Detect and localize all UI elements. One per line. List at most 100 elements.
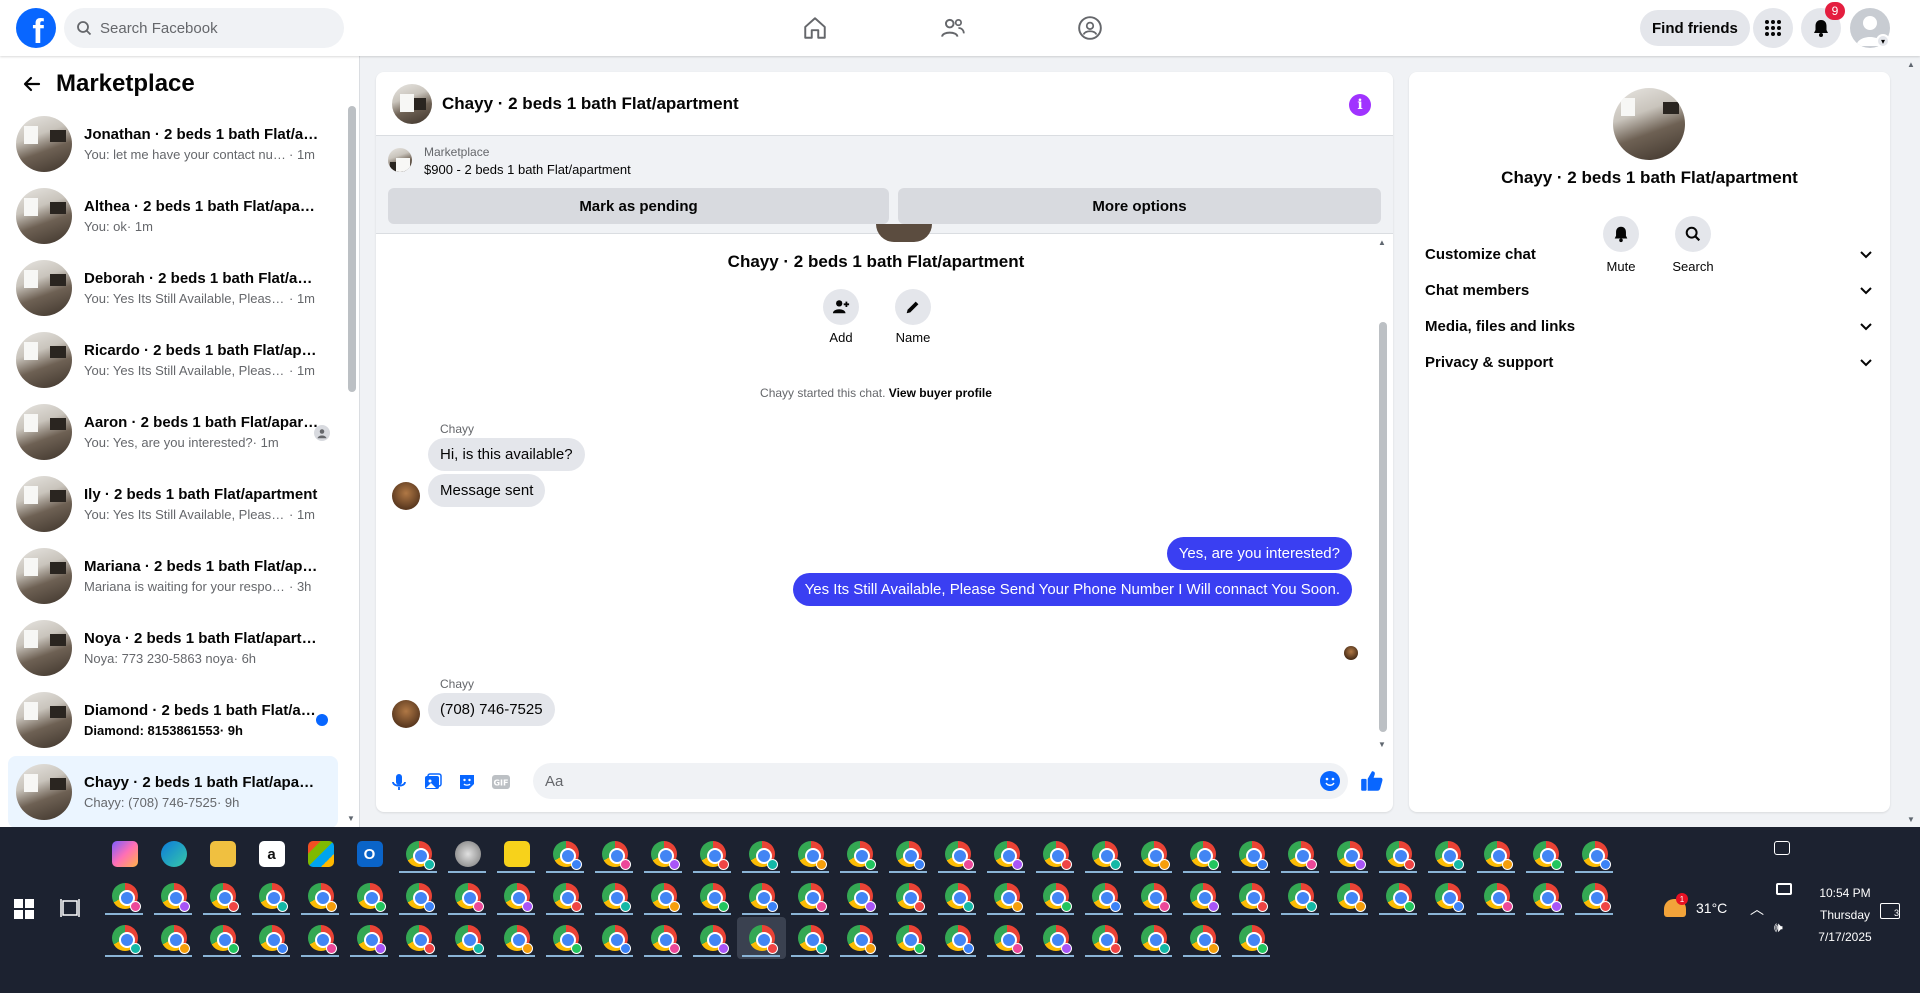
conversation-item[interactable]: Althea · 2 beds 1 bath Flat/apartment You… <box>8 180 338 252</box>
chrome-icon[interactable] <box>394 917 443 959</box>
search-input[interactable] <box>100 19 320 37</box>
volume-icon[interactable]: 🕪 <box>1774 919 1783 936</box>
chrome-icon[interactable] <box>786 833 835 875</box>
chrome-icon[interactable] <box>149 917 198 959</box>
scroll-up-arrow[interactable]: ▲ <box>1378 238 1386 247</box>
chrome-icon[interactable] <box>541 917 590 959</box>
sidebar-scrollbar[interactable] <box>348 106 356 392</box>
name-chat-button[interactable]: Name <box>883 289 943 345</box>
edge-icon[interactable] <box>149 833 198 875</box>
info-icon[interactable]: i <box>1349 94 1371 116</box>
chrome-icon[interactable] <box>1031 917 1080 959</box>
listing-price-title[interactable]: $900 - 2 beds 1 bath Flat/apartment <box>424 162 631 177</box>
chrome-icon[interactable] <box>590 833 639 875</box>
chrome-icon[interactable] <box>933 833 982 875</box>
outgoing-message[interactable]: Yes Its Still Available, Please Send You… <box>792 573 1352 606</box>
conversation-item[interactable]: Diamond · 2 beds 1 bath Flat/apartment Di… <box>8 684 338 756</box>
chrome-icon[interactable] <box>247 917 296 959</box>
chrome-icon[interactable] <box>1374 875 1423 917</box>
chrome-icon[interactable] <box>835 875 884 917</box>
chrome-icon[interactable] <box>1178 833 1227 875</box>
conversation-item[interactable]: Chayy · 2 beds 1 bath Flat/apartment Chay… <box>8 756 338 828</box>
details-section-row[interactable]: Privacy & support <box>1425 344 1874 380</box>
chrome-icon[interactable] <box>1374 833 1423 875</box>
chrome-icon[interactable] <box>884 917 933 959</box>
outlook-icon[interactable]: O <box>345 833 394 875</box>
chrome-icon[interactable] <box>737 875 786 917</box>
facebook-logo[interactable]: f <box>16 8 56 48</box>
chrome-icon[interactable] <box>1129 833 1178 875</box>
chrome-icon[interactable] <box>1472 833 1521 875</box>
chrome-icon[interactable] <box>688 917 737 959</box>
chrome-icon[interactable] <box>492 917 541 959</box>
file-explorer-icon[interactable] <box>198 833 247 875</box>
chrome-icon[interactable] <box>149 875 198 917</box>
details-section-row[interactable]: Chat members <box>1425 272 1874 308</box>
chrome-icon[interactable] <box>492 875 541 917</box>
details-section-row[interactable]: Media, files and links <box>1425 308 1874 344</box>
app-icon[interactable] <box>443 833 492 875</box>
chrome-icon[interactable] <box>639 875 688 917</box>
microsoft-store-icon[interactable] <box>296 833 345 875</box>
home-nav-button[interactable] <box>797 10 833 46</box>
sender-avatar[interactable] <box>392 700 420 728</box>
chevron-down-icon[interactable]: ▾ <box>1876 34 1890 48</box>
add-member-button[interactable]: Add <box>811 289 871 345</box>
incoming-message[interactable]: Hi, is this available? <box>428 438 585 471</box>
scroll-up-arrow[interactable]: ▲ <box>1907 60 1915 69</box>
chrome-icon[interactable] <box>1325 875 1374 917</box>
chrome-icon[interactable] <box>1227 917 1276 959</box>
photo-icon[interactable] <box>422 771 444 793</box>
chrome-icon[interactable] <box>982 917 1031 959</box>
weather-widget[interactable]: 1 31°C <box>1664 893 1727 917</box>
search-box[interactable] <box>64 8 344 48</box>
chrome-icon[interactable] <box>100 875 149 917</box>
friends-nav-button[interactable] <box>935 10 971 46</box>
view-buyer-profile-link[interactable]: View buyer profile <box>889 386 992 400</box>
chrome-icon[interactable] <box>296 917 345 959</box>
more-options-button[interactable]: More options <box>898 188 1381 224</box>
conversation-item[interactable]: Mariana · 2 beds 1 bath Flat/apartment Ma… <box>8 540 338 612</box>
chrome-icon[interactable] <box>1227 875 1276 917</box>
outgoing-message[interactable]: Yes, are you interested? <box>1166 537 1352 570</box>
microphone-icon[interactable] <box>388 771 410 793</box>
incoming-message[interactable]: Message sent <box>428 474 546 507</box>
clock[interactable]: 10:54 PM Thursday 7/17/2025 <box>1800 882 1890 948</box>
details-avatar[interactable] <box>1613 88 1685 160</box>
chrome-icon[interactable] <box>443 917 492 959</box>
chrome-icon[interactable] <box>100 917 149 959</box>
chrome-icon[interactable] <box>933 917 982 959</box>
message-input[interactable] <box>533 763 1348 799</box>
sender-avatar[interactable] <box>392 482 420 510</box>
chrome-icon[interactable] <box>296 875 345 917</box>
chrome-icon[interactable] <box>1423 833 1472 875</box>
conversation-item[interactable]: Noya · 2 beds 1 bath Flat/apartment Noya:… <box>8 612 338 684</box>
chrome-icon[interactable] <box>1276 875 1325 917</box>
chrome-icon[interactable] <box>345 917 394 959</box>
chrome-icon[interactable] <box>1031 875 1080 917</box>
conversation-item[interactable]: Ily · 2 beds 1 bath Flat/apartment You: Y… <box>8 468 338 540</box>
menu-button[interactable] <box>1753 8 1793 48</box>
chrome-icon[interactable] <box>639 917 688 959</box>
sticky-notes-icon[interactable] <box>492 833 541 875</box>
chrome-icon[interactable] <box>1178 875 1227 917</box>
mark-as-pending-button[interactable]: Mark as pending <box>388 188 889 224</box>
chrome-icon[interactable] <box>835 917 884 959</box>
chrome-icon[interactable] <box>541 875 590 917</box>
chat-title[interactable]: Chayy · 2 beds 1 bath Flat/apartment <box>442 94 739 114</box>
chrome-icon[interactable] <box>1080 833 1129 875</box>
chevron-up-icon[interactable]: ︿ <box>1750 899 1764 919</box>
chrome-icon[interactable] <box>786 875 835 917</box>
chrome-icon[interactable] <box>1129 917 1178 959</box>
chrome-icon[interactable] <box>884 875 933 917</box>
listing-thumbnail[interactable] <box>388 148 412 172</box>
chrome-icon[interactable] <box>198 917 247 959</box>
chrome-icon[interactable] <box>1080 875 1129 917</box>
chat-scrollbar[interactable] <box>1379 322 1387 732</box>
chrome-icon[interactable] <box>1129 875 1178 917</box>
groups-nav-button[interactable] <box>1072 10 1108 46</box>
chrome-icon[interactable] <box>884 833 933 875</box>
conversation-item[interactable]: Ricardo · 2 beds 1 bath Flat/apartment Yo… <box>8 324 338 396</box>
gif-icon[interactable]: GIF <box>490 771 512 793</box>
notification-center-icon[interactable]: 3 <box>1880 903 1900 919</box>
